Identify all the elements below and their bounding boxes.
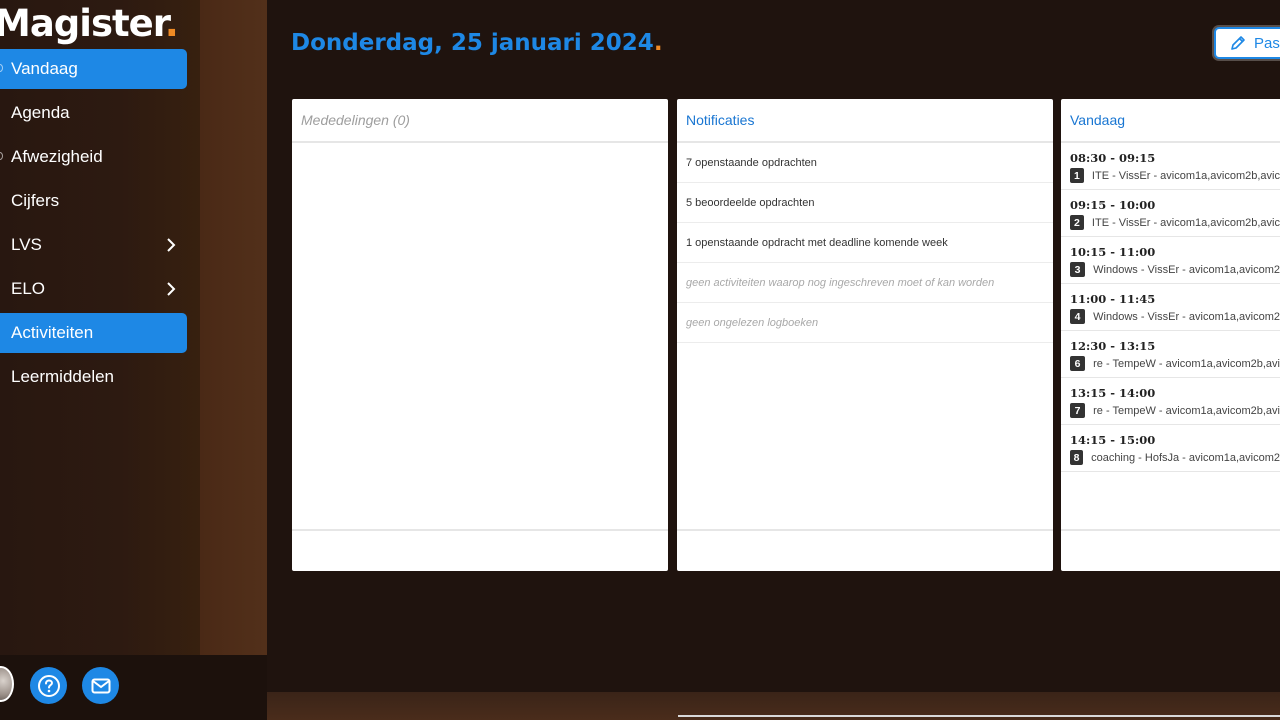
sidebar-edge: [200, 0, 267, 655]
messages-button[interactable]: [82, 667, 119, 704]
lesson-description: ITE - VissEr - avicom1a,avicom2b,avic: [1091, 169, 1280, 182]
page-title-text: Donderdag, 25 januari 2024: [291, 30, 654, 56]
sidebar-item-label: ELO: [11, 279, 46, 298]
notification-item: geen ongelezen logboeken: [677, 303, 1053, 343]
lesson-hour-badge: 2: [1070, 215, 1084, 230]
sidebar-item-label: LVS: [11, 235, 42, 254]
notifications-title[interactable]: Notificaties: [677, 99, 1053, 143]
notification-item[interactable]: 5 beoordeelde opdrachten: [677, 183, 1053, 223]
lesson-item[interactable]: 12:30 - 13:15 6 re - TempeW - avicom1a,av…: [1061, 331, 1280, 378]
bullet-icon: [0, 152, 3, 160]
lesson-time: 09:15 - 10:00: [1070, 198, 1156, 212]
sidebar-item-elo[interactable]: ELO: [0, 269, 187, 309]
help-icon: [37, 674, 60, 697]
lesson-item[interactable]: 08:30 - 09:15 1 ITE - VissEr - avicom1a,a…: [1061, 143, 1280, 190]
chevron-right-icon: [167, 282, 176, 296]
sidebar-item-label: Leermiddelen: [11, 367, 115, 386]
lesson-description: coaching - HofsJa - avicom1a,avicom2: [1091, 451, 1280, 464]
title-dot: .: [653, 30, 663, 56]
edit-layout-button[interactable]: Pas: [1214, 27, 1280, 59]
widget-footer: [1061, 529, 1280, 571]
lesson-time: 12:30 - 13:15: [1070, 339, 1156, 353]
chevron-right-icon: [167, 238, 176, 252]
lesson-hour-badge: 8: [1070, 450, 1084, 465]
sidebar-item-leermiddelen[interactable]: Leermiddelen: [0, 357, 187, 397]
lesson-hour-badge: 6: [1070, 356, 1086, 371]
lesson-hour-badge: 3: [1070, 262, 1086, 277]
sidebar-item-label: Cijfers: [11, 191, 60, 210]
sidebar-item-label: Vandaag: [11, 59, 78, 78]
today-widget: Vandaag 08:30 - 09:15 1 ITE - VissEr - av…: [1061, 99, 1280, 571]
lesson-description: Windows - VissEr - avicom1a,avicom2: [1093, 263, 1280, 276]
notification-item[interactable]: 1 openstaande opdracht met deadline kome…: [677, 223, 1053, 263]
lesson-description: Windows - VissEr - avicom1a,avicom2: [1093, 310, 1280, 323]
sidebar-item-lvs[interactable]: LVS: [0, 225, 187, 265]
bottom-divider: [678, 715, 1280, 717]
page-title: Donderdag, 25 januari 2024.: [291, 30, 663, 56]
sidebar-item-label: Afwezigheid: [11, 147, 103, 166]
sidebar-nav: Vandaag Agenda Afwezigheid Cijfers LVS E…: [0, 49, 200, 401]
logo-text: Magister: [0, 2, 166, 45]
lesson-item[interactable]: 11:00 - 11:45 4 Windows - VissEr - avicom…: [1061, 284, 1280, 331]
lesson-item[interactable]: 13:15 - 14:00 7 re - TempeW - avicom1a,av…: [1061, 378, 1280, 425]
sidebar-item-afwezigheid[interactable]: Afwezigheid: [0, 137, 187, 177]
lesson-list: 08:30 - 09:15 1 ITE - VissEr - avicom1a,a…: [1061, 143, 1280, 472]
lesson-description: re - TempeW - avicom1a,avicom2b,avi: [1093, 357, 1280, 370]
sidebar-item-label: Activiteiten: [11, 323, 94, 342]
lesson-time: 11:00 - 11:45: [1070, 292, 1156, 306]
sidebar-item-label: Agenda: [11, 103, 70, 122]
bullet-icon: [0, 64, 3, 72]
lesson-time: 14:15 - 15:00: [1070, 433, 1156, 447]
pencil-icon: [1231, 36, 1245, 50]
notification-item: geen activiteiten waarop nog ingeschreve…: [677, 263, 1053, 303]
lesson-hour-badge: 4: [1070, 309, 1086, 324]
lesson-hour-badge: 7: [1070, 403, 1086, 418]
widget-footer: [677, 529, 1053, 571]
announcements-title: Mededelingen (0): [292, 99, 668, 143]
logo-dot: .: [164, 2, 179, 45]
notifications-widget: Notificaties 7 openstaande opdrachten 5 …: [677, 99, 1053, 571]
lesson-hour-badge: 1: [1070, 168, 1084, 183]
lesson-item[interactable]: 09:15 - 10:00 2 ITE - VissEr - avicom1a,a…: [1061, 190, 1280, 237]
lesson-time: 13:15 - 14:00: [1070, 386, 1156, 400]
sidebar-item-vandaag[interactable]: Vandaag: [0, 49, 187, 89]
lesson-time: 08:30 - 09:15: [1070, 151, 1156, 165]
sidebar-item-agenda[interactable]: Agenda: [0, 93, 187, 133]
sidebar-item-cijfers[interactable]: Cijfers: [0, 181, 187, 221]
announcements-widget: Mededelingen (0): [292, 99, 668, 571]
notification-item[interactable]: 7 openstaande opdrachten: [677, 143, 1053, 183]
help-button[interactable]: [30, 667, 67, 704]
lesson-item[interactable]: 14:15 - 15:00 8 coaching - HofsJa - avico…: [1061, 425, 1280, 472]
lesson-item[interactable]: 10:15 - 11:00 3 Windows - VissEr - avicom…: [1061, 237, 1280, 284]
sidebar-item-activiteiten[interactable]: Activiteiten: [0, 313, 187, 353]
lesson-time: 10:15 - 11:00: [1070, 245, 1156, 259]
widget-footer: [292, 529, 668, 571]
today-title[interactable]: Vandaag: [1061, 99, 1280, 143]
edit-button-label: Pas: [1254, 34, 1280, 52]
envelope-icon: [91, 678, 110, 693]
lesson-description: ITE - VissEr - avicom1a,avicom2b,avic: [1091, 216, 1280, 229]
magister-logo[interactable]: Magister.: [0, 2, 179, 45]
lesson-description: re - TempeW - avicom1a,avicom2b,avi: [1093, 404, 1280, 417]
